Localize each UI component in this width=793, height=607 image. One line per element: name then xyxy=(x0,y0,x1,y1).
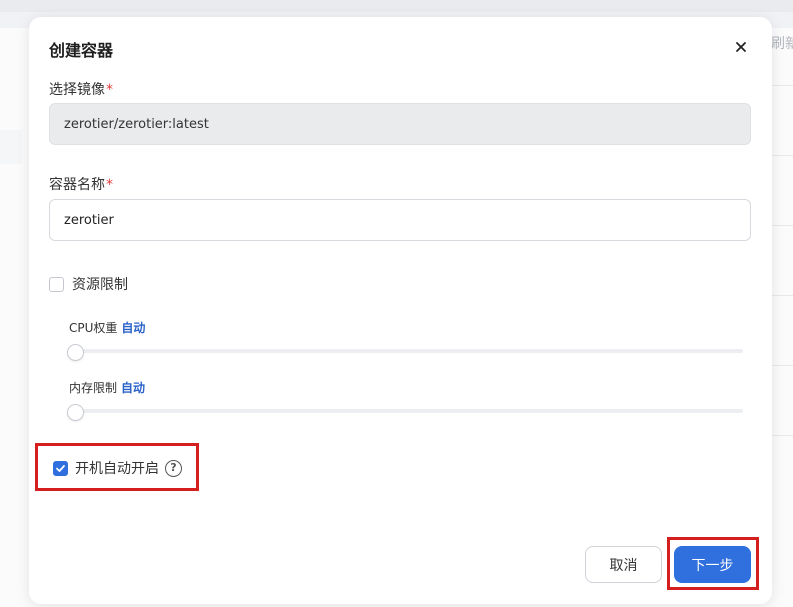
background-sidebar-block xyxy=(0,130,22,164)
cpu-weight-slider-handle[interactable] xyxy=(67,344,84,361)
checkmark-icon xyxy=(56,464,65,472)
memory-limit-label: 内存限制 自动 xyxy=(69,379,145,396)
background-refresh-button[interactable]: 刷新 xyxy=(771,33,793,53)
image-field-label: 选择镜像* xyxy=(49,79,113,99)
background-topbar xyxy=(0,0,793,12)
autostart-checkbox-row[interactable]: 开机自动开启 ? xyxy=(53,458,182,478)
resource-limit-checkbox[interactable] xyxy=(49,276,64,292)
background-row-divider xyxy=(772,155,793,156)
autostart-label: 开机自动开启 xyxy=(75,461,159,477)
autostart-checkbox[interactable] xyxy=(53,460,68,476)
cpu-weight-label: CPU权重 自动 xyxy=(69,319,145,336)
memory-limit-slider-track[interactable] xyxy=(69,409,743,413)
create-container-dialog: 创建容器 选择镜像* 容器名称* 资源限制 CPU权重自动 内存限制自动 开机 xyxy=(29,17,772,604)
background-row-divider xyxy=(772,435,793,436)
image-select-input[interactable] xyxy=(49,103,751,145)
close-icon xyxy=(736,42,746,52)
container-name-input[interactable] xyxy=(49,199,751,241)
required-mark: * xyxy=(106,82,113,98)
cancel-button[interactable]: 取消 xyxy=(585,546,662,583)
background-row-divider xyxy=(772,225,793,226)
image-field-label-text: 选择镜像 xyxy=(49,82,105,98)
memory-limit-label-text: 内存限制 xyxy=(69,381,118,395)
background-row-divider xyxy=(772,295,793,296)
dialog-title: 创建容器 xyxy=(49,41,114,60)
required-mark: * xyxy=(106,177,113,193)
memory-limit-slider-handle[interactable] xyxy=(67,404,84,421)
background-row-divider xyxy=(772,85,793,86)
name-field-label-text: 容器名称 xyxy=(49,177,105,193)
close-button[interactable] xyxy=(731,37,751,57)
resource-limit-label: 资源限制 xyxy=(72,277,128,293)
memory-limit-value: 自动 xyxy=(121,381,146,395)
cpu-weight-slider-track[interactable] xyxy=(69,349,743,353)
next-step-button[interactable]: 下一步 xyxy=(674,546,751,583)
cpu-weight-value: 自动 xyxy=(121,321,146,335)
resource-limit-checkbox-row[interactable]: 资源限制 xyxy=(49,274,128,294)
name-field-label: 容器名称* xyxy=(49,174,113,194)
help-icon[interactable]: ? xyxy=(165,459,182,477)
cpu-weight-label-text: CPU权重 xyxy=(69,321,118,335)
background-row-divider xyxy=(772,365,793,366)
